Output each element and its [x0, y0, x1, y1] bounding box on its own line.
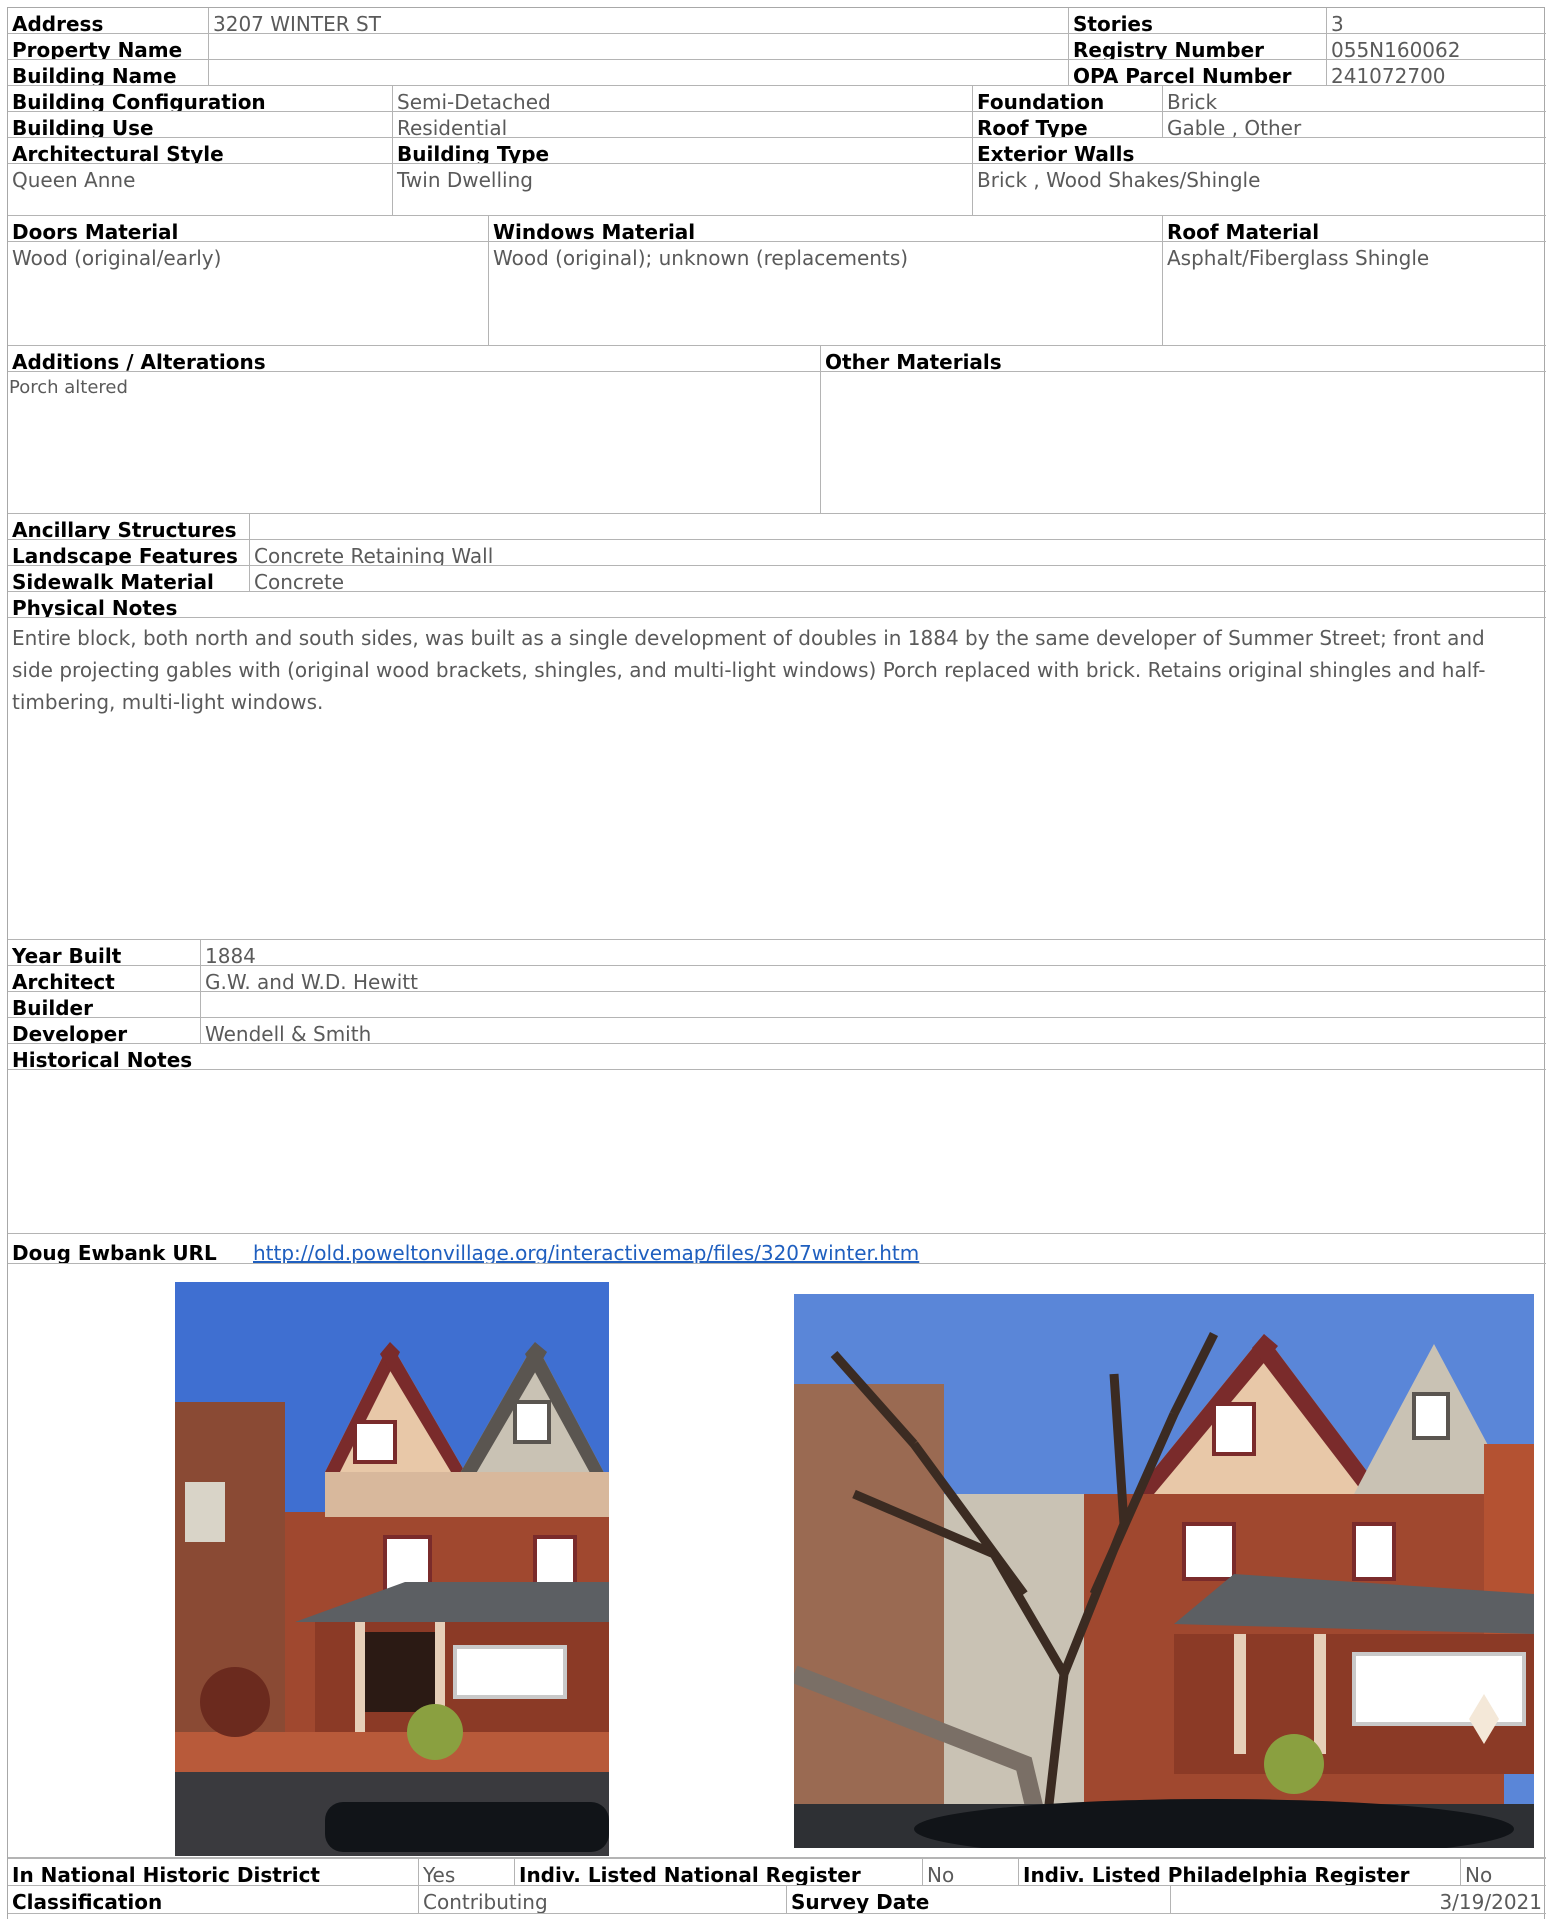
row-building-name: Building Name OPA Parcel Number 24107270…: [8, 60, 1546, 86]
additions-value: Porch altered: [9, 377, 128, 398]
foundation-value: Brick: [1162, 86, 1546, 111]
registry-number-value: 055N160062: [1326, 34, 1546, 59]
row-classification: Classification Contributing Survey Date …: [8, 1886, 1546, 1914]
doors-value: Wood (original/early): [12, 246, 222, 270]
windows-value: Wood (original); unknown (replacements): [488, 242, 1162, 345]
walls-label: Exterior Walls: [972, 138, 1546, 163]
builder-value: [200, 992, 1546, 1017]
row-address: Address 3207 WINTER ST Stories 3: [8, 8, 1546, 34]
row-url: Doug Ewbank URL http://old.poweltonvilla…: [8, 1234, 1546, 1264]
foundation-label: Foundation: [972, 86, 1162, 111]
building-type-label: Building Type: [392, 138, 972, 163]
windows-label: Windows Material: [488, 216, 1162, 241]
classification-value: Contributing: [418, 1886, 786, 1913]
building-type-value: Twin Dwelling: [392, 164, 972, 215]
stories-value: 3: [1326, 8, 1546, 33]
developer-value: Wendell & Smith: [200, 1018, 1546, 1043]
use-label: Building Use: [12, 116, 154, 137]
roof-type-value: Gable , Other: [1162, 112, 1546, 137]
style-label: Architectural Style: [12, 142, 224, 163]
row-property-name: Property Name Registry Number 055N160062: [8, 34, 1546, 60]
property-name-value: [208, 34, 1068, 59]
style-value: Queen Anne: [12, 168, 136, 192]
doors-label: Doors Material: [12, 220, 179, 241]
historical-notes-label: Historical Notes: [12, 1048, 193, 1069]
property-name-label: Property Name: [12, 38, 183, 59]
row-architect: Architect G.W. and W.D. Hewitt: [8, 966, 1546, 992]
classification-label: Classification: [12, 1890, 163, 1913]
url-cell: http://old.poweltonvillage.org/interacti…: [249, 1234, 1546, 1263]
url-label: Doug Ewbank URL: [12, 1241, 217, 1263]
roof-material-label: Roof Material: [1162, 216, 1546, 241]
opa-value: 241072700: [1326, 60, 1546, 85]
photo-angled-view: [794, 1294, 1534, 1848]
survey-date-label: Survey Date: [786, 1886, 1170, 1913]
roof-type-label: Roof Type: [972, 112, 1162, 137]
property-survey-form: Address 3207 WINTER ST Stories 3 Propert…: [7, 7, 1546, 1919]
opa-label: OPA Parcel Number: [1068, 60, 1326, 85]
row-materials-values: Wood (original/early) Wood (original); u…: [8, 242, 1546, 346]
roof-material-value: Asphalt/Fiberglass Shingle: [1162, 242, 1546, 345]
doug-ewbank-link[interactable]: http://old.poweltonvillage.org/interacti…: [253, 1241, 919, 1263]
developer-label: Developer: [12, 1022, 128, 1043]
year-built-label: Year Built: [12, 944, 122, 965]
address-value: 3207 WINTER ST: [208, 8, 1068, 33]
row-ancillary: Ancillary Structures: [8, 514, 1546, 540]
row-materials-headers: Doors Material Windows Material Roof Mat…: [8, 216, 1546, 242]
physical-notes-text: Entire block, both north and south sides…: [12, 626, 1486, 714]
row-building-config: Building Configuration Semi-Detached Fou…: [8, 86, 1546, 112]
row-historical-notes-text: [8, 1070, 1546, 1234]
row-physical-notes-text: Entire block, both north and south sides…: [8, 618, 1546, 940]
building-name-label: Building Name: [12, 64, 177, 85]
survey-date-value: 3/19/2021: [1170, 1886, 1546, 1913]
architect-label: Architect: [12, 970, 115, 991]
landscape-label: Landscape Features: [12, 544, 238, 565]
row-builder: Builder: [8, 992, 1546, 1018]
landscape-value: Concrete Retaining Wall: [249, 540, 1546, 565]
additions-label: Additions / Alterations: [12, 350, 266, 371]
row-sidewalk: Sidewalk Material Concrete: [8, 566, 1546, 592]
row-register-status: In National Historic District Yes Indiv.…: [8, 1858, 1546, 1886]
sidewalk-value: Concrete: [249, 566, 1546, 591]
ancillary-value: [249, 514, 1546, 539]
row-landscape: Landscape Features Concrete Retaining Wa…: [8, 540, 1546, 566]
sidewalk-label: Sidewalk Material: [12, 570, 214, 591]
row-style-headers: Architectural Style Building Type Exteri…: [8, 138, 1546, 164]
config-label: Building Configuration: [12, 90, 266, 111]
address-label: Address: [12, 12, 104, 33]
use-value: Residential: [392, 112, 972, 137]
row-physical-notes-label: Physical Notes: [8, 592, 1546, 618]
phila-register-label: Indiv. Listed Philadelphia Register: [1018, 1859, 1460, 1885]
year-built-value: 1884: [200, 940, 1546, 965]
registry-number-label: Registry Number: [1068, 34, 1326, 59]
physical-notes-label: Physical Notes: [12, 596, 178, 617]
ancillary-label: Ancillary Structures: [12, 518, 237, 539]
national-register-value: No: [922, 1859, 1018, 1885]
house-angled-illustration: [794, 1294, 1534, 1848]
row-historical-notes-label: Historical Notes: [8, 1044, 1546, 1070]
district-value: Yes: [418, 1859, 514, 1885]
row-additions-headers: Additions / Alterations Other Materials: [8, 346, 1546, 372]
row-year-built: Year Built 1884: [8, 940, 1546, 966]
historical-notes-text: [8, 1070, 1546, 1233]
house-front-illustration: [175, 1282, 609, 1856]
row-style-values: Queen Anne Twin Dwelling Brick , Wood Sh…: [8, 164, 1546, 216]
photo-front-view: [175, 1282, 609, 1856]
builder-label: Builder: [12, 996, 93, 1017]
row-developer: Developer Wendell & Smith: [8, 1018, 1546, 1044]
other-materials-value: [820, 372, 1546, 513]
row-building-use: Building Use Residential Roof Type Gable…: [8, 112, 1546, 138]
phila-register-value: No: [1460, 1859, 1546, 1885]
config-value: Semi-Detached: [392, 86, 972, 111]
walls-value: Brick , Wood Shakes/Shingle: [972, 164, 1546, 215]
stories-label: Stories: [1068, 8, 1326, 33]
national-register-label: Indiv. Listed National Register: [514, 1859, 922, 1885]
building-name-value: [208, 60, 1068, 85]
district-label: In National Historic District: [12, 1863, 320, 1885]
row-additions-values: Porch altered: [8, 372, 1546, 514]
architect-value: G.W. and W.D. Hewitt: [200, 966, 1546, 991]
row-photos: [8, 1264, 1546, 1858]
other-materials-label: Other Materials: [820, 346, 1546, 371]
